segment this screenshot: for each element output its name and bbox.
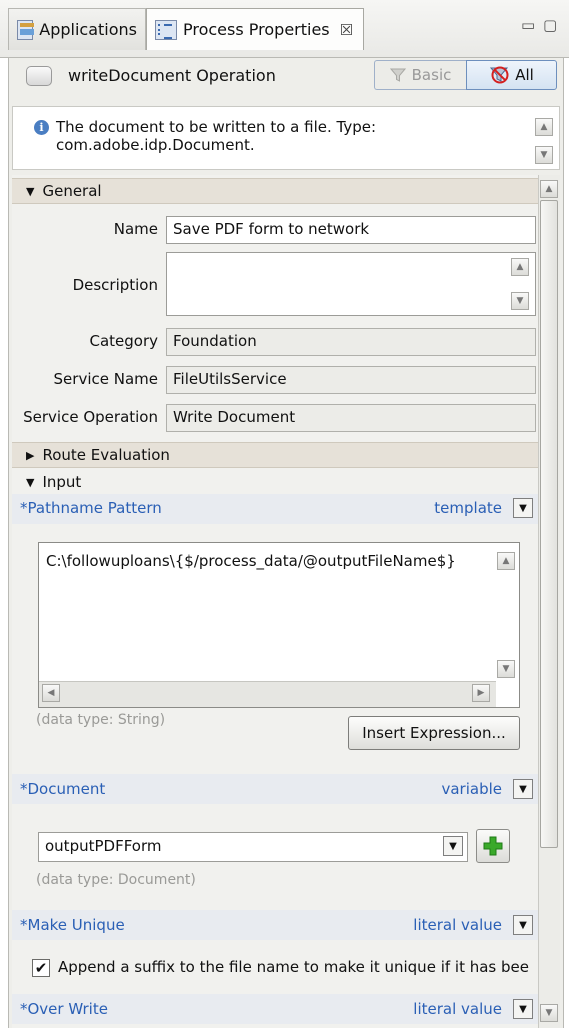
properties-icon xyxy=(155,19,177,40)
service-operation-field: Write Document xyxy=(166,404,536,432)
name-label: Name xyxy=(113,220,158,238)
collapsed-triangle-icon: ▶ xyxy=(26,448,35,462)
name-field[interactable]: Save PDF form to network xyxy=(166,216,536,244)
expanded-triangle-icon: ▼ xyxy=(26,184,35,198)
close-tab-icon[interactable]: ☒ xyxy=(340,21,353,39)
info-icon: i xyxy=(34,120,49,135)
description-text: The document to be written to a file. Ty… xyxy=(56,118,496,154)
pathname-pattern-value: C:\followuploans\{$/process_data/@output… xyxy=(46,552,456,570)
add-variable-button[interactable] xyxy=(476,829,510,863)
filter-icon xyxy=(389,68,406,82)
operation-title: writeDocument Operation xyxy=(68,66,276,85)
service-name-label: Service Name xyxy=(53,370,158,388)
pathname-scroll-down-icon[interactable]: ▼ xyxy=(497,660,515,678)
scroll-down-icon[interactable]: ▼ xyxy=(540,1004,558,1022)
category-field: Foundation xyxy=(166,328,536,356)
tab-applications-label: Applications xyxy=(39,20,137,39)
document-variable-dropdown[interactable]: ▼ xyxy=(443,836,463,856)
over-write-mode-label: literal value xyxy=(413,1000,502,1018)
pathname-scroll-left-icon[interactable]: ◀ xyxy=(42,684,60,702)
make-unique-mode-dropdown[interactable]: ▼ xyxy=(513,915,533,935)
section-route-evaluation-label: Route Evaluation xyxy=(42,446,170,464)
document-mode-label: variable xyxy=(441,780,502,798)
pathname-mode-label: template xyxy=(434,499,502,517)
make-unique-mode-label: literal value xyxy=(413,916,502,934)
service-name-field: FileUtilsService xyxy=(166,366,536,394)
description-label: Description xyxy=(72,276,158,294)
minimize-icon[interactable]: ▭ xyxy=(521,16,535,34)
document-data-type: (data type: Document) xyxy=(36,872,196,888)
pathname-scroll-up-icon[interactable]: ▲ xyxy=(497,552,515,570)
operation-icon xyxy=(26,66,52,86)
category-label: Category xyxy=(89,332,158,350)
expanded-triangle-icon: ▼ xyxy=(26,475,35,489)
pathname-mode-dropdown[interactable]: ▼ xyxy=(513,498,533,518)
tab-process-properties-label: Process Properties xyxy=(183,20,330,39)
scrollbar-thumb[interactable] xyxy=(540,200,558,848)
description-field-up-icon[interactable]: ▲ xyxy=(511,258,529,276)
pathname-data-type: (data type: String) xyxy=(36,712,166,728)
section-general[interactable]: ▼ General xyxy=(12,178,538,204)
over-write-label: *Over Write xyxy=(20,1000,108,1018)
section-input[interactable]: ▼ Input xyxy=(12,469,538,495)
scroll-up-icon[interactable]: ▲ xyxy=(540,180,558,198)
over-write-mode-dropdown[interactable]: ▼ xyxy=(513,999,533,1019)
section-input-label: Input xyxy=(42,473,82,491)
maximize-icon[interactable]: ▢ xyxy=(543,16,557,34)
section-general-label: General xyxy=(42,182,102,200)
document-label: *Document xyxy=(20,780,106,798)
all-view-label: All xyxy=(515,66,534,84)
basic-view-button[interactable]: Basic xyxy=(374,60,466,90)
filter-off-icon xyxy=(490,66,509,84)
all-view-button[interactable]: All xyxy=(466,60,557,90)
description-scroll-up-icon[interactable]: ▲ xyxy=(535,118,553,136)
section-route-evaluation[interactable]: ▶ Route Evaluation xyxy=(12,442,538,468)
make-unique-label: *Make Unique xyxy=(20,916,125,934)
service-operation-label: Service Operation xyxy=(23,408,158,426)
document-variable-select[interactable]: outputPDFForm xyxy=(38,832,468,862)
append-suffix-checkbox[interactable]: ✔ xyxy=(32,959,50,977)
document-mode-dropdown[interactable]: ▼ xyxy=(513,779,533,799)
description-line-1: The document to be written to a file. Ty… xyxy=(56,118,377,136)
insert-expression-button[interactable]: Insert Expression... xyxy=(348,716,520,750)
description-field[interactable] xyxy=(166,252,536,316)
append-suffix-label: Append a suffix to the file name to make… xyxy=(58,958,529,976)
basic-view-label: Basic xyxy=(411,66,452,84)
description-scroll-down-icon[interactable]: ▼ xyxy=(535,146,553,164)
description-field-down-icon[interactable]: ▼ xyxy=(511,292,529,310)
tab-applications[interactable]: Applications xyxy=(8,8,146,50)
add-plus-icon xyxy=(483,836,503,856)
pathname-pattern-label: *Pathname Pattern xyxy=(20,499,162,517)
applications-icon xyxy=(17,19,35,40)
tab-process-properties[interactable]: Process Properties ☒ xyxy=(146,8,364,50)
pathname-horizontal-scrollbar[interactable] xyxy=(39,681,496,707)
pathname-scroll-right-icon[interactable]: ▶ xyxy=(472,684,490,702)
description-line-2: com.adobe.idp.Document. xyxy=(56,136,255,154)
